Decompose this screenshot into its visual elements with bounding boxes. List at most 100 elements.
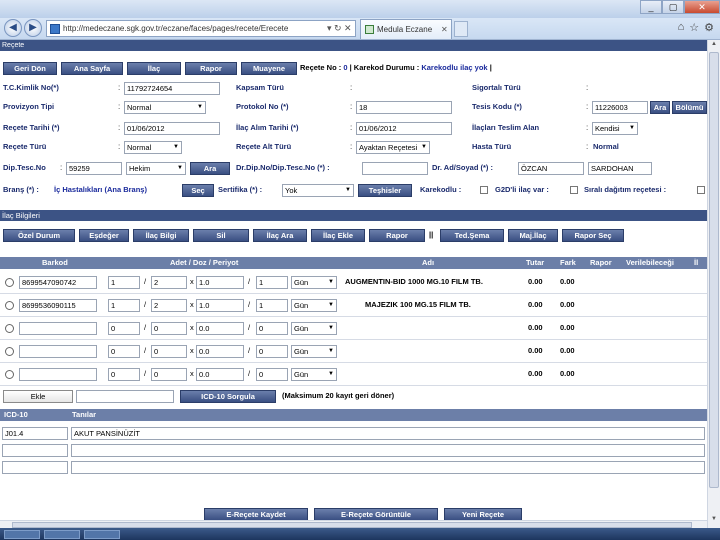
- doz-a-input[interactable]: 2: [151, 299, 187, 312]
- rapor-button[interactable]: Rapor: [185, 62, 237, 75]
- row-select-radio[interactable]: [5, 370, 14, 379]
- hekim-select[interactable]: Hekim ▼: [126, 162, 186, 175]
- scroll-up-icon[interactable]: ▲: [708, 41, 720, 51]
- dip-tesc-input[interactable]: 59259: [66, 162, 122, 175]
- adet-input[interactable]: 1: [108, 276, 140, 289]
- doz-b-input[interactable]: 0.0: [196, 345, 244, 358]
- doz-a-input[interactable]: 2: [151, 276, 187, 289]
- taskbar-item[interactable]: [44, 530, 80, 539]
- ozel-durum-button[interactable]: Özel Durum: [3, 229, 75, 242]
- periyot-birim-select[interactable]: Gün ▼: [291, 299, 337, 312]
- adet-input[interactable]: 0: [108, 368, 140, 381]
- tab-medula-eczane[interactable]: Medula Eczane ✕: [360, 19, 452, 39]
- address-bar[interactable]: http://medeczane.sgk.gov.tr/eczane/faces…: [46, 20, 356, 37]
- favorites-star-icon[interactable]: ☆: [689, 21, 699, 34]
- brans-sec-button[interactable]: Seç: [182, 184, 214, 197]
- icd-ekle-button[interactable]: Ekle: [3, 390, 73, 403]
- adet-input[interactable]: 0: [108, 322, 140, 335]
- ilac-bilgi-button[interactable]: İlaç Bilgi: [133, 229, 189, 242]
- ted-sema-button[interactable]: Ted.Şema: [440, 229, 504, 242]
- icd-tani-cell[interactable]: [71, 461, 705, 474]
- bolumu-button[interactable]: Bölümü: [672, 101, 707, 114]
- icd-code-cell[interactable]: [2, 444, 68, 457]
- periyot-input[interactable]: 0: [256, 322, 288, 335]
- muayene-button[interactable]: Muayene: [241, 62, 297, 75]
- maximize-button[interactable]: ▢: [662, 0, 684, 14]
- periyot-birim-select[interactable]: Gün ▼: [291, 368, 337, 381]
- periyot-input[interactable]: 0: [256, 368, 288, 381]
- teslim-alan-select[interactable]: Kendisi ▼: [592, 122, 638, 135]
- barkod-input[interactable]: 8699536090115: [19, 299, 97, 312]
- ilac-ekle-button[interactable]: İlaç Ekle: [311, 229, 365, 242]
- doz-a-input[interactable]: 0: [151, 345, 187, 358]
- doz-b-input[interactable]: 0.0: [196, 368, 244, 381]
- doz-b-input[interactable]: 1.0: [196, 299, 244, 312]
- karekodlu-checkbox[interactable]: [480, 186, 488, 194]
- adet-input[interactable]: 1: [108, 299, 140, 312]
- ilac-ara-button[interactable]: İlaç Ara: [253, 229, 307, 242]
- doz-b-input[interactable]: 1.0: [196, 276, 244, 289]
- sil-button[interactable]: Sil: [193, 229, 249, 242]
- doz-b-input[interactable]: 0.0: [196, 322, 244, 335]
- adet-input[interactable]: 0: [108, 345, 140, 358]
- doz-a-input[interactable]: 0: [151, 322, 187, 335]
- barkod-input[interactable]: [19, 322, 97, 335]
- scroll-down-icon[interactable]: ▼: [708, 516, 720, 526]
- tab-close-icon[interactable]: ✕: [441, 25, 448, 34]
- row-select-radio[interactable]: [5, 324, 14, 333]
- recete-tarihi-input[interactable]: 01/06/2012: [124, 122, 220, 135]
- recete-turu-select[interactable]: Normal ▼: [124, 141, 182, 154]
- address-actions-icon[interactable]: ▾ ↻ ✕: [327, 23, 352, 34]
- icd-tani-cell[interactable]: [71, 444, 705, 457]
- rapor-sec-button[interactable]: Rapor Seç: [562, 229, 624, 242]
- barkod-input[interactable]: [19, 345, 97, 358]
- icd-tani-cell[interactable]: AKUT PANSİNÜZİT: [71, 427, 705, 440]
- periyot-input[interactable]: 1: [256, 276, 288, 289]
- row-select-radio[interactable]: [5, 278, 14, 287]
- address-url[interactable]: http://medeczane.sgk.gov.tr/eczane/faces…: [63, 24, 325, 33]
- tc-kimlik-input[interactable]: 11792724654: [124, 82, 220, 95]
- home-icon[interactable]: ⌂: [678, 21, 685, 34]
- close-window-button[interactable]: ✕: [684, 0, 720, 14]
- periyot-birim-select[interactable]: Gün ▼: [291, 322, 337, 335]
- alt-turu-select[interactable]: Ayaktan Reçetesi ▼: [356, 141, 430, 154]
- protokol-input[interactable]: 18: [356, 101, 452, 114]
- tesis-kodu-input[interactable]: 11226003: [592, 101, 648, 114]
- icd-code-cell[interactable]: [2, 461, 68, 474]
- tesis-ara-button[interactable]: Ara: [650, 101, 670, 114]
- barkod-input[interactable]: [19, 368, 97, 381]
- row-select-radio[interactable]: [5, 347, 14, 356]
- forward-icon[interactable]: ▶: [24, 19, 42, 37]
- periyot-birim-select[interactable]: Gün ▼: [291, 345, 337, 358]
- ilac-rapor-button[interactable]: Rapor: [369, 229, 425, 242]
- provizyon-select[interactable]: Normal ▼: [124, 101, 206, 114]
- sirali-checkbox[interactable]: [697, 186, 705, 194]
- maj-ilac-button[interactable]: Maj.İlaç: [508, 229, 558, 242]
- geri-don-button[interactable]: Geri Dön: [3, 62, 57, 75]
- scroll-thumb[interactable]: [709, 52, 719, 488]
- back-icon[interactable]: ◀: [4, 19, 22, 37]
- ilac-alim-input[interactable]: 01/06/2012: [356, 122, 452, 135]
- sertifika-select[interactable]: Yok ▼: [282, 184, 354, 197]
- periyot-input[interactable]: 0: [256, 345, 288, 358]
- periyot-birim-select[interactable]: Gün ▼: [291, 276, 337, 289]
- icd-search-input[interactable]: [76, 390, 174, 403]
- teshisler-button[interactable]: Teşhisler: [358, 184, 412, 197]
- dip-ara-button[interactable]: Ara: [190, 162, 230, 175]
- icd-sorgula-button[interactable]: ICD-10 Sorgula: [180, 390, 276, 403]
- esdeger-button[interactable]: Eşdeğer: [79, 229, 129, 242]
- g2d-checkbox[interactable]: [570, 186, 578, 194]
- new-tab-button[interactable]: [454, 21, 468, 37]
- doz-a-input[interactable]: 0: [151, 368, 187, 381]
- vertical-scrollbar[interactable]: ▲ ▼: [707, 40, 720, 528]
- dr-ad-input[interactable]: ÖZCAN: [518, 162, 584, 175]
- row-select-radio[interactable]: [5, 301, 14, 310]
- horizontal-scrollbar[interactable]: [0, 520, 707, 528]
- ana-sayfa-button[interactable]: Ana Sayfa: [61, 62, 123, 75]
- barkod-input[interactable]: 8699547090742: [19, 276, 97, 289]
- taskbar-item[interactable]: [4, 530, 40, 539]
- icd-code-cell[interactable]: J01.4: [2, 427, 68, 440]
- taskbar-item[interactable]: [84, 530, 120, 539]
- dr-dip-input[interactable]: [362, 162, 428, 175]
- periyot-input[interactable]: 1: [256, 299, 288, 312]
